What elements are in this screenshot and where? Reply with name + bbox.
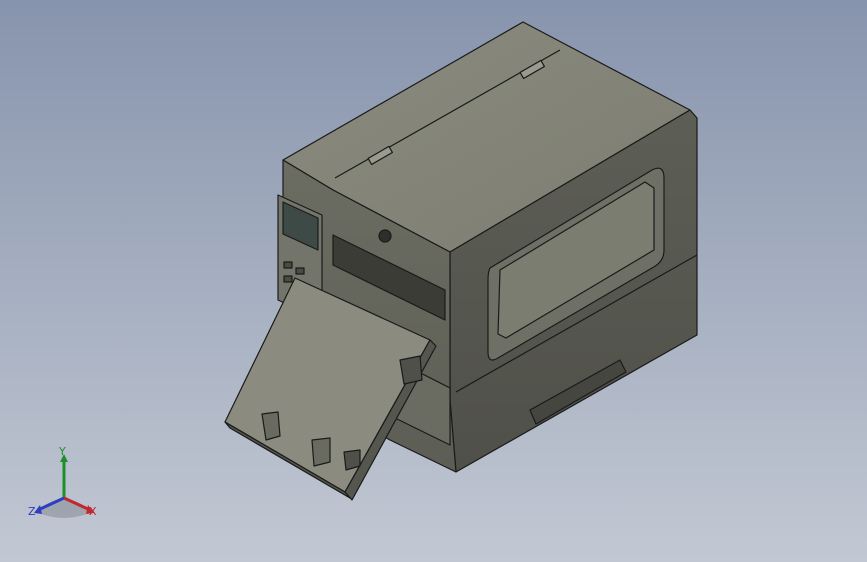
- tray-clip-3: [343, 449, 361, 471]
- tray-hinge: [399, 355, 423, 385]
- keypad-button-2[interactable]: [295, 267, 305, 275]
- brand-logo: [378, 229, 392, 243]
- keypad-button-1[interactable]: [283, 261, 293, 269]
- printer-3d-model[interactable]: [0, 0, 867, 562]
- x-axis-label: X: [89, 505, 97, 518]
- cad-viewport[interactable]: Y X Z: [0, 0, 867, 562]
- keypad-button-3[interactable]: [283, 275, 293, 283]
- tray-clip-2: [311, 437, 331, 467]
- coordinate-triad: Y X Z: [22, 446, 112, 526]
- y-axis-label: Y: [59, 445, 66, 458]
- z-axis-label: Z: [28, 505, 36, 518]
